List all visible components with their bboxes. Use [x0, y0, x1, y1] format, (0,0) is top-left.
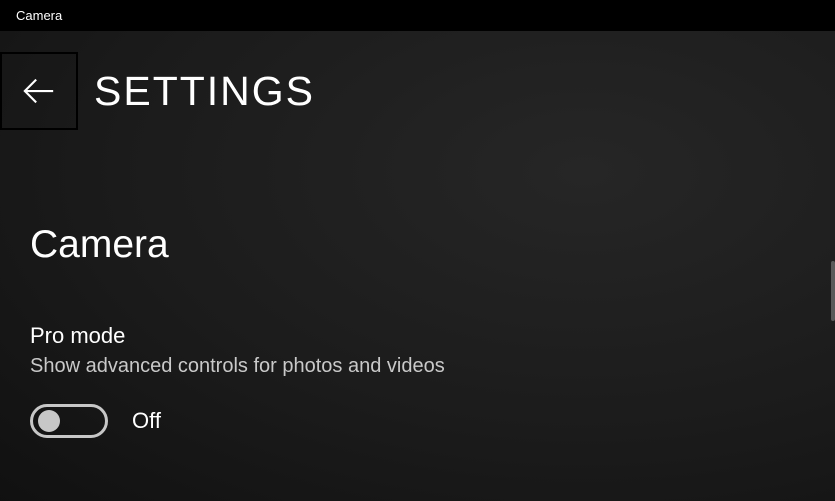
app-name: Camera [16, 8, 62, 23]
toggle-state-pro-mode: Off [132, 408, 161, 434]
arrow-left-icon [22, 74, 56, 108]
scrollbar[interactable] [831, 31, 835, 501]
settings-content: SETTINGS Camera Pro mode Show advanced c… [0, 31, 835, 501]
setting-label-pro-mode: Pro mode [30, 323, 835, 349]
toggle-knob [38, 410, 60, 432]
section-heading-camera: Camera [30, 223, 835, 267]
page-title: SETTINGS [94, 68, 315, 115]
toggle-switch-pro-mode[interactable] [30, 404, 108, 438]
header-row: SETTINGS [0, 31, 835, 151]
scrollbar-thumb[interactable] [831, 261, 835, 321]
back-button[interactable] [0, 52, 78, 130]
setting-pro-mode: Pro mode Show advanced controls for phot… [30, 323, 835, 438]
titlebar: Camera [0, 0, 835, 31]
setting-description-pro-mode: Show advanced controls for photos and vi… [30, 355, 835, 378]
toggle-row-pro-mode: Off [30, 404, 835, 438]
